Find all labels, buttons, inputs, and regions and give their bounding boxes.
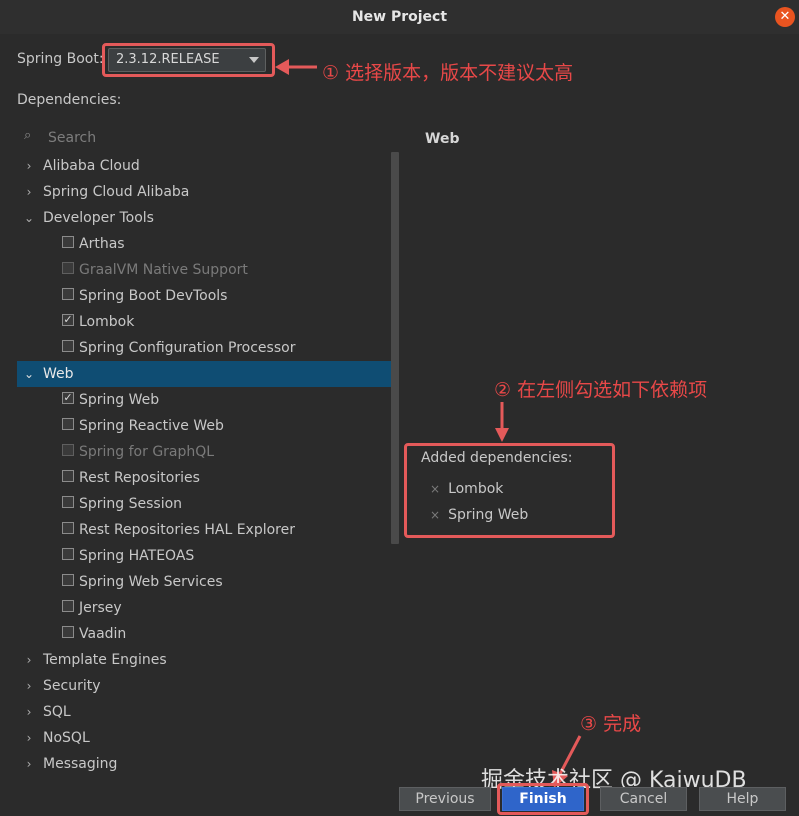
dependency-lombok[interactable]: ✓ Lombok	[17, 309, 399, 335]
close-icon: ✕	[779, 9, 791, 24]
tree-category-alibaba-cloud[interactable]: › Alibaba Cloud	[17, 153, 399, 179]
dependency-vaadin[interactable]: Vaadin	[17, 621, 399, 647]
tree-category-spring-cloud-alibaba[interactable]: › Spring Cloud Alibaba	[17, 179, 399, 205]
annotation-step-1: ① 选择版本，版本不建议太高	[322, 62, 574, 84]
tree-label: Web	[43, 366, 74, 382]
checkbox[interactable]	[62, 340, 74, 352]
chevron-right-icon: ›	[26, 185, 32, 199]
tree-label: Developer Tools	[43, 210, 154, 226]
dependency-label: Spring Boot DevTools	[79, 288, 228, 304]
search-input[interactable]	[48, 128, 378, 148]
tree-label: Spring Cloud Alibaba	[43, 184, 190, 200]
added-dependency-label: Spring Web	[448, 507, 529, 523]
category-title: Web	[425, 131, 460, 147]
dependency-label: Rest Repositories	[79, 470, 200, 486]
chevron-right-icon: ›	[26, 159, 32, 173]
close-button[interactable]: ✕	[775, 7, 795, 27]
tree-label: NoSQL	[43, 730, 90, 746]
tree-category-messaging[interactable]: › Messaging	[17, 751, 399, 777]
chevron-right-icon: ›	[26, 653, 32, 667]
tree-category-security[interactable]: › Security	[17, 673, 399, 699]
tree-label: SQL	[43, 704, 71, 720]
chevron-down-icon: ⌄	[23, 367, 35, 381]
dependency-label: Spring for GraphQL	[79, 444, 215, 460]
checkbox[interactable]	[62, 600, 74, 612]
checkbox-checked[interactable]: ✓	[62, 392, 74, 404]
tree-label: Template Engines	[43, 652, 167, 668]
annotation-arrow-1-icon	[275, 59, 317, 75]
dependency-label: Spring Web	[79, 392, 160, 408]
tree-category-template-engines[interactable]: › Template Engines	[17, 647, 399, 673]
checkbox[interactable]	[62, 522, 74, 534]
dependency-rest-repositories[interactable]: Rest Repositories	[17, 465, 399, 491]
tree-label: Messaging	[43, 756, 118, 772]
remove-icon[interactable]: ×	[430, 508, 440, 522]
checkbox[interactable]	[62, 574, 74, 586]
annotation-box-version	[102, 43, 275, 77]
dependency-label: Spring HATEOAS	[79, 548, 195, 564]
help-button[interactable]: Help	[699, 787, 786, 811]
checkbox-checked[interactable]: ✓	[62, 314, 74, 326]
added-dependencies-title: Added dependencies:	[421, 450, 573, 466]
annotation-arrow-2-icon	[495, 402, 509, 442]
dependency-graphql: Spring for GraphQL	[17, 439, 399, 465]
tree-label: Alibaba Cloud	[43, 158, 140, 174]
chevron-right-icon: ›	[26, 731, 32, 745]
dependency-hateoas[interactable]: Spring HATEOAS	[17, 543, 399, 569]
checkbox[interactable]	[62, 236, 74, 248]
added-dependency-item[interactable]: × Lombok	[430, 481, 503, 497]
dependency-label: Spring Configuration Processor	[79, 340, 296, 356]
annotation-step-2: ② 在左侧勾选如下依赖项	[494, 379, 708, 401]
tree-category-web[interactable]: ⌄ Web	[17, 361, 399, 387]
tree-label: Security	[43, 678, 101, 694]
tree-category-sql[interactable]: › SQL	[17, 699, 399, 725]
dependencies-label: Dependencies:	[17, 92, 122, 108]
cancel-button[interactable]: Cancel	[600, 787, 687, 811]
dependency-label: Rest Repositories HAL Explorer	[79, 522, 295, 538]
dependency-spring-session[interactable]: Spring Session	[17, 491, 399, 517]
checkbox-disabled	[62, 262, 74, 274]
checkbox-disabled	[62, 444, 74, 456]
checkbox[interactable]	[62, 626, 74, 638]
added-dependency-item[interactable]: × Spring Web	[430, 507, 528, 523]
dependency-graalvm: GraalVM Native Support	[17, 257, 399, 283]
checkbox[interactable]	[62, 470, 74, 482]
checkbox[interactable]	[62, 548, 74, 560]
annotation-box-finish	[497, 783, 589, 815]
annotation-step-3: ③ 完成	[580, 713, 642, 735]
dependency-label: Jersey	[79, 600, 122, 616]
previous-button[interactable]: Previous	[399, 787, 491, 811]
dependency-label: Lombok	[79, 314, 135, 330]
chevron-right-icon: ›	[26, 679, 32, 693]
dependency-label: Spring Reactive Web	[79, 418, 224, 434]
spring-boot-label: Spring Boot:	[17, 51, 104, 67]
dependency-config-processor[interactable]: Spring Configuration Processor	[17, 335, 399, 361]
window-title: New Project	[351, 9, 448, 25]
dependency-label: GraalVM Native Support	[79, 262, 248, 278]
dependency-label: Arthas	[79, 236, 125, 252]
dependency-jersey[interactable]: Jersey	[17, 595, 399, 621]
added-dependency-label: Lombok	[448, 481, 504, 497]
remove-icon[interactable]: ×	[430, 482, 440, 496]
dependency-spring-web[interactable]: ✓ Spring Web	[17, 387, 399, 413]
tree-scrollbar[interactable]	[391, 152, 399, 544]
chevron-right-icon: ›	[26, 757, 32, 771]
dependency-arthas[interactable]: Arthas	[17, 231, 399, 257]
dependency-hal-explorer[interactable]: Rest Repositories HAL Explorer	[17, 517, 399, 543]
tree-category-developer-tools[interactable]: ⌄ Developer Tools	[17, 205, 399, 231]
checkbox[interactable]	[62, 288, 74, 300]
checkbox[interactable]	[62, 496, 74, 508]
dependency-devtools[interactable]: Spring Boot DevTools	[17, 283, 399, 309]
chevron-right-icon: ›	[26, 705, 32, 719]
tree-category-nosql[interactable]: › NoSQL	[17, 725, 399, 751]
chevron-down-icon: ⌄	[23, 211, 35, 225]
dependency-label: Spring Session	[79, 496, 183, 512]
dependency-label: Spring Web Services	[79, 574, 223, 590]
dependency-web-services[interactable]: Spring Web Services	[17, 569, 399, 595]
search-icon: ⌕	[24, 128, 32, 143]
dependency-label: Vaadin	[79, 626, 127, 642]
dependency-reactive-web[interactable]: Spring Reactive Web	[17, 413, 399, 439]
checkbox[interactable]	[62, 418, 74, 430]
